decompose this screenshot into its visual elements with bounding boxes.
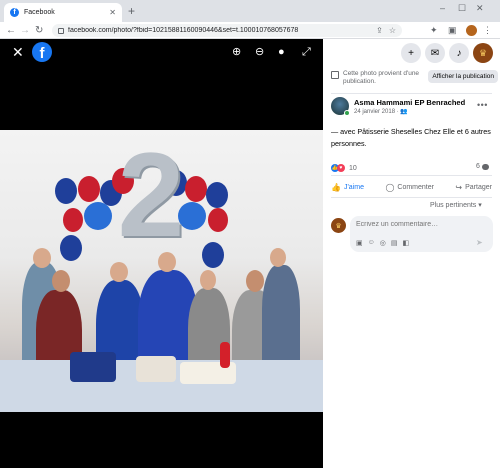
new-tab-icon[interactable]: + — [128, 4, 135, 18]
comment-box[interactable]: ▣ ☺ ◎ ▤ ◧ ➤ — [350, 216, 493, 252]
extensions-icon[interactable]: ✦ — [430, 24, 438, 37]
party-photo: 2 — [0, 130, 323, 412]
profile-avatar[interactable] — [466, 25, 477, 36]
birthday-cake — [70, 352, 116, 382]
thumbs-up-icon: 👍 — [331, 182, 341, 192]
divider — [331, 93, 492, 94]
account-avatar[interactable]: ♛ — [473, 43, 493, 63]
comment-input[interactable] — [356, 221, 486, 228]
post-panel: + ✉ ♪ ♛ Cette photo provient d'une publi… — [323, 39, 500, 468]
balloon — [60, 235, 82, 261]
window-close-icon[interactable]: ✕ — [476, 3, 484, 14]
info-icon — [331, 71, 339, 79]
reactions-summary[interactable]: 👍 ♥ 10 — [331, 163, 357, 173]
camera-icon[interactable]: ◎ — [380, 239, 386, 247]
post-actions: 👍 J'aime ◯ Commenter ↪ Partager — [331, 179, 492, 195]
comment-sort-dropdown[interactable]: Plus pertinents ▾ — [430, 201, 482, 209]
zoom-in-icon[interactable]: ⊕ — [232, 46, 241, 58]
balloon — [206, 182, 228, 208]
browser-tab[interactable]: f Facebook ✕ — [4, 3, 122, 22]
bookmark-star-icon[interactable]: ☆ — [389, 26, 396, 35]
maximize-icon[interactable]: ☐ — [458, 3, 466, 14]
balloon — [202, 242, 224, 268]
share-icon: ↪ — [455, 182, 463, 192]
tab-close-icon[interactable]: ✕ — [109, 8, 116, 17]
tag-icon[interactable]: ● — [278, 46, 285, 58]
close-viewer-icon[interactable]: ✕ — [12, 43, 24, 61]
online-status-icon — [344, 110, 350, 116]
address-bar[interactable]: facebook.com/photo/?fbid=102158811600904… — [52, 24, 402, 37]
post-date[interactable]: 24 janvier 2018 · 👥 — [354, 108, 408, 115]
reaction-count: 10 — [349, 164, 357, 172]
balloon — [78, 176, 100, 202]
share-button[interactable]: ↪ Partager — [455, 183, 492, 192]
facebook-favicon-icon: f — [10, 8, 19, 17]
gif-icon[interactable]: ▤ — [391, 239, 398, 247]
comment-icon: ◯ — [385, 182, 395, 192]
comments-count[interactable]: 6 — [476, 163, 489, 170]
person-head — [158, 252, 176, 272]
fullscreen-icon[interactable]: ⤢ — [302, 46, 311, 58]
commenter-avatar: ♛ — [331, 218, 346, 233]
url-text: facebook.com/photo/?fbid=102158811600904… — [68, 27, 299, 34]
balloon — [63, 208, 83, 232]
balloon — [55, 178, 77, 204]
person-head — [52, 270, 70, 292]
lock-icon — [58, 27, 64, 34]
number-two-balloon: 2 — [117, 130, 185, 262]
messenger-icon[interactable]: ✉ — [425, 43, 445, 63]
more-options-icon[interactable]: ••• — [477, 100, 488, 110]
forward-icon[interactable]: → — [20, 24, 30, 37]
photo-viewer: ✕ f ⊕ ⊖ ● ⤢ 2 — [0, 39, 323, 468]
notifications-bell-icon[interactable]: ♪ — [449, 43, 469, 63]
notice-text: Cette photo provient d'une publication. — [343, 70, 420, 85]
view-post-button[interactable]: Afficher la publication — [428, 70, 498, 83]
post-description: — avec Pâtisserie Sheselles Chez Elle et… — [331, 127, 491, 148]
author-name[interactable]: Asma Hammami EP Benrached — [354, 98, 465, 107]
cake-platter — [136, 356, 176, 382]
character-balloon — [84, 202, 112, 230]
share-page-icon[interactable]: ⇪ — [376, 26, 383, 35]
like-button[interactable]: 👍 J'aime — [331, 183, 364, 192]
browser-tabbar: f Facebook ✕ + – ☐ ✕ — [0, 0, 500, 22]
love-reaction-icon: ♥ — [337, 164, 345, 172]
person-head — [33, 248, 51, 268]
divider — [331, 197, 492, 198]
person-head — [110, 262, 128, 282]
comment-count-value: 6 — [476, 163, 480, 170]
comment-bubble-icon — [481, 163, 489, 170]
person-head — [270, 248, 286, 267]
back-icon[interactable]: ← — [6, 24, 16, 37]
divider — [331, 175, 492, 176]
create-plus-icon[interactable]: + — [401, 43, 421, 63]
bottle — [220, 342, 230, 368]
minimize-icon[interactable]: – — [440, 3, 445, 13]
avatar-sticker-icon[interactable]: ▣ — [356, 239, 363, 247]
person-head — [246, 270, 264, 292]
sticker-icon[interactable]: ◧ — [403, 239, 410, 247]
post-source-notice: Cette photo provient d'une publication. … — [331, 70, 498, 92]
tab-title: Facebook — [24, 9, 55, 16]
zoom-out-icon[interactable]: ⊖ — [255, 46, 264, 58]
send-icon[interactable]: ➤ — [476, 238, 483, 247]
facebook-logo-icon[interactable]: f — [32, 42, 52, 62]
side-panel-icon[interactable]: ▣ — [448, 24, 457, 37]
audience-friends-icon: 👥 — [400, 109, 408, 115]
comment-tools: ▣ ☺ ◎ ▤ ◧ — [356, 239, 409, 247]
comment-button[interactable]: ◯ Commenter — [385, 183, 434, 192]
person — [262, 265, 300, 375]
balloon — [185, 176, 207, 202]
person-head — [200, 270, 216, 290]
browser-toolbar: ← → ↻ facebook.com/photo/?fbid=102158811… — [0, 22, 500, 39]
browser-menu-icon[interactable]: ⋮ — [483, 24, 492, 37]
balloon — [208, 208, 228, 232]
emoji-icon[interactable]: ☺ — [368, 239, 375, 247]
reload-icon[interactable]: ↻ — [35, 24, 43, 37]
